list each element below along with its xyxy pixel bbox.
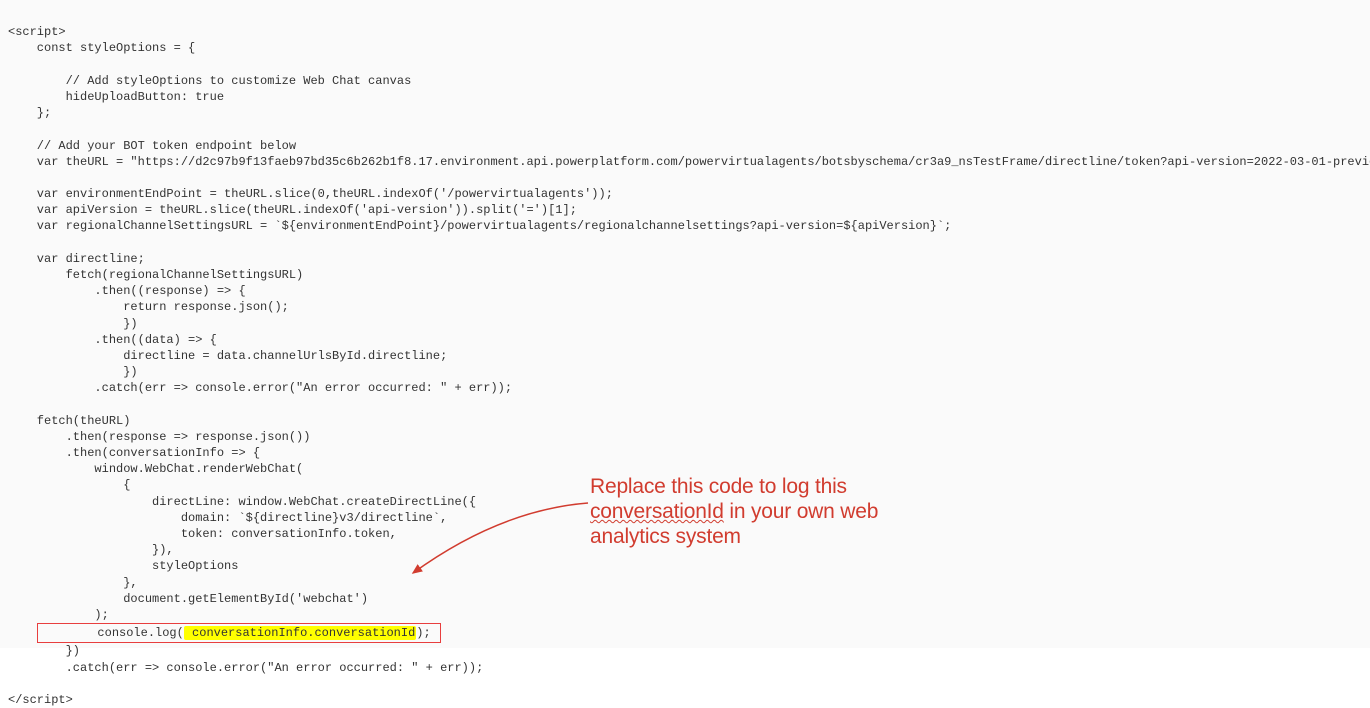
code-line: .catch(err => console.error("An error oc… — [8, 661, 483, 675]
callout-underline-term: conversationId — [590, 500, 724, 523]
code-line: <script> — [8, 25, 66, 39]
code-block: <script> const styleOptions = { // Add s… — [0, 0, 1370, 648]
code-line: fetch(regionalChannelSettingsURL) — [8, 268, 303, 282]
code-line: const styleOptions = { — [8, 41, 195, 55]
code-line: .then((response) => { — [8, 284, 246, 298]
code-line: // Add your BOT token endpoint below — [8, 139, 296, 153]
annotation-callout: Replace this code to log this conversati… — [590, 474, 878, 550]
highlighted-code-line: console.log( conversationInfo.conversati… — [8, 626, 441, 640]
highlighted-expression: conversationInfo.conversationId — [184, 626, 416, 640]
code-line: }) — [8, 644, 80, 658]
callout-line-1: Replace this code to log this — [590, 475, 847, 498]
code-line: var directline; — [8, 252, 145, 266]
code-segment: console.log( — [40, 626, 184, 640]
code-line: styleOptions — [8, 559, 238, 573]
code-line: }) — [8, 317, 138, 331]
code-line: var environmentEndPoint = theURL.slice(0… — [8, 187, 613, 201]
code-line: return response.json(); — [8, 300, 289, 314]
code-segment: ); — [416, 626, 430, 640]
code-line: }) — [8, 365, 138, 379]
code-line: directline = data.channelUrlsById.direct… — [8, 349, 447, 363]
code-line: var regionalChannelSettingsURL = `${envi… — [8, 219, 951, 233]
code-line: directLine: window.WebChat.createDirectL… — [8, 495, 476, 509]
code-line: .catch(err => console.error("An error oc… — [8, 381, 512, 395]
code-line: window.WebChat.renderWebChat( — [8, 462, 303, 476]
code-line: }), — [8, 543, 174, 557]
code-line: ); — [8, 608, 109, 622]
code-line: .then(response => response.json()) — [8, 430, 310, 444]
code-line: </script> — [8, 693, 73, 707]
code-line: .then((data) => { — [8, 333, 217, 347]
code-line: token: conversationInfo.token, — [8, 527, 397, 541]
code-line: var theURL = "https://d2c97b9f13faeb97bd… — [8, 155, 1370, 169]
code-line: fetch(theURL) — [8, 414, 130, 428]
code-line: var apiVersion = theURL.slice(theURL.ind… — [8, 203, 577, 217]
callout-line-2b: in your own web — [724, 500, 878, 523]
callout-line-3: analytics system — [590, 525, 741, 548]
code-line: .then(conversationInfo => { — [8, 446, 260, 460]
code-line: document.getElementById('webchat') — [8, 592, 368, 606]
code-line: hideUploadButton: true — [8, 90, 224, 104]
code-line: domain: `${directline}v3/directline`, — [8, 511, 447, 525]
code-line: // Add styleOptions to customize Web Cha… — [8, 74, 411, 88]
code-line: { — [8, 478, 130, 492]
code-line: }, — [8, 576, 138, 590]
code-line: }; — [8, 106, 51, 120]
